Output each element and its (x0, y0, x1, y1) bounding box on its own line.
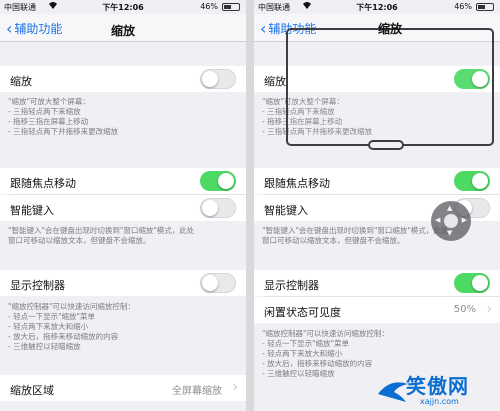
show-controller-toggle[interactable] (454, 273, 490, 293)
status-bar: 中国联通 下午12:06 46% (0, 0, 246, 14)
zoom-window-lens[interactable] (286, 28, 494, 146)
zoom-label: 缩放 (10, 75, 32, 88)
note-line: - 轻点两下来放大和缩小 (262, 349, 343, 358)
note-line: "缩放控制器"可以快速访问缩放控制： (8, 302, 135, 311)
note-line: - 拖移三指在屏幕上移动 (8, 117, 89, 126)
follow-focus-label: 跟随焦点移动 (10, 177, 76, 190)
page-title: 缩放 (110, 24, 135, 38)
follow-focus-toggle[interactable] (200, 171, 236, 191)
idle-visibility-value: 50% (453, 304, 476, 315)
note-line: - 轻点两下来放大和缩小 (8, 322, 89, 331)
show-controller-label: 显示控制器 (264, 279, 319, 292)
show-controller-row[interactable]: 显示控制器 (0, 270, 246, 296)
note-line: - 三维触控以轻瞄缩放 (8, 342, 81, 351)
note-line: - 放大后，拖移来移动缩放的内容 (262, 359, 373, 368)
idle-visibility-label: 闲置状态可见度 (264, 306, 341, 319)
toggle-knob (202, 275, 218, 291)
idle-visibility-row[interactable]: 闲置状态可见度 50% › (254, 297, 500, 323)
follow-focus-row[interactable]: 跟随焦点移动 (0, 168, 246, 194)
zoom-toggle[interactable] (200, 69, 236, 89)
show-controller-label: 显示控制器 (10, 279, 65, 292)
toggle-knob (472, 275, 488, 291)
arrow-right-icon: ▶ (461, 216, 467, 224)
zoom-label: 缩放 (264, 75, 286, 88)
toggle-knob (202, 71, 218, 87)
chevron-left-icon: ‹ (260, 18, 267, 38)
smart-typing-row[interactable]: 智能键入 (0, 195, 246, 221)
joystick-center (444, 214, 458, 228)
watermark: 笑傲网 xajjn.com (376, 370, 500, 411)
chevron-right-icon: › (486, 302, 492, 317)
note-line: "智能键入"会在键盘出现时切换到"窗口缩放"模式，此处 (8, 226, 195, 235)
battery-percent: 46% (454, 2, 472, 11)
note-line: "缩放"可放大整个屏幕： (8, 97, 90, 106)
show-controller-row[interactable]: 显示控制器 (254, 270, 500, 296)
toggle-knob (218, 173, 234, 189)
navigation-bar: ‹ 辅助功能 缩放 (0, 14, 246, 42)
status-bar: 中国联通 下午12:06 46% (254, 0, 500, 14)
note-line: - 三指轻点两下并拖移来更改缩放 (8, 127, 119, 136)
note-line: - 放大后，拖移来移动缩放的内容 (8, 332, 119, 341)
arrow-down-icon: ▼ (447, 229, 453, 237)
watermark-url: xajjn.com (420, 397, 459, 406)
zoom-window-handle[interactable] (368, 140, 404, 150)
note-line: 窗口可移动以缩放文本，但键盘不会缩放。 (8, 236, 151, 245)
follow-focus-row[interactable]: 跟随焦点移动 (254, 168, 500, 194)
show-controller-toggle[interactable] (200, 273, 236, 293)
follow-focus-toggle[interactable] (454, 171, 490, 191)
battery-icon (476, 3, 494, 11)
battery-percent: 46% (200, 2, 218, 11)
battery-icon (222, 3, 240, 11)
smart-typing-label: 智能键入 (10, 204, 54, 217)
smart-typing-note: "智能键入"会在键盘出现时切换到"窗口缩放"模式，此处 窗口可移动以缩放文本，但… (8, 226, 240, 246)
toggle-knob (202, 200, 218, 216)
watermark-text: 笑傲网 (406, 374, 469, 398)
note-line: "缩放控制器"可以快速访问缩放控制： (262, 329, 389, 338)
note-line: - 轻点一下显示"缩放"菜单 (8, 312, 95, 321)
shark-logo-icon (378, 382, 408, 402)
arrow-left-icon: ◀ (435, 216, 441, 224)
zoom-note: "缩放"可放大整个屏幕： - 三指轻点两下来缩放 - 拖移三指在屏幕上移动 - … (8, 97, 240, 137)
note-line: - 轻点一下显示"缩放"菜单 (262, 339, 349, 348)
smart-typing-label: 智能键入 (264, 204, 308, 217)
note-line: - 三指轻点两下来缩放 (8, 107, 81, 116)
smart-typing-toggle[interactable] (200, 198, 236, 218)
settings-screen-left: 中国联通 下午12:06 46% ‹ 辅助功能 缩放 缩放 "缩放"可放大整个屏… (0, 0, 246, 411)
zoom-region-value: 全屏幕缩放 (172, 386, 222, 397)
zoom-row[interactable]: 缩放 (0, 66, 246, 92)
arrow-up-icon: ▲ (447, 204, 453, 212)
zoom-window-title: 缩放 (377, 22, 402, 36)
controller-note: "缩放控制器"可以快速访问缩放控制： - 轻点一下显示"缩放"菜单 - 轻点两下… (8, 302, 240, 352)
toggle-knob (472, 173, 488, 189)
chevron-right-icon: › (232, 380, 238, 395)
follow-focus-label: 跟随焦点移动 (264, 177, 330, 190)
zoom-controller-joystick[interactable]: ▲ ▼ ◀ ▶ (431, 201, 471, 241)
zoom-region-row[interactable]: 缩放区域 全屏幕缩放 › (0, 375, 246, 401)
zoom-region-label: 缩放区域 (10, 384, 54, 397)
